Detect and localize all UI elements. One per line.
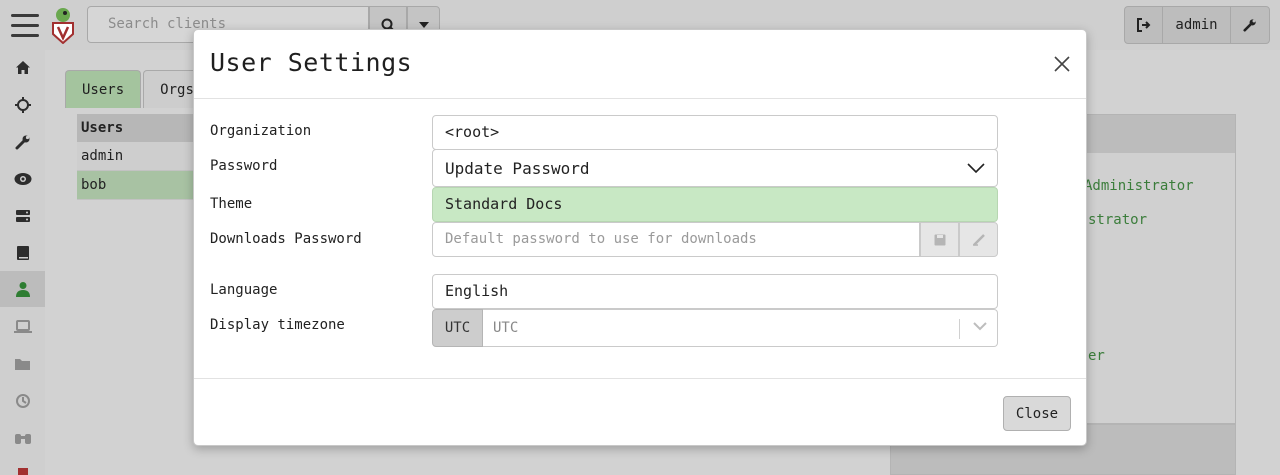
role-text: strator bbox=[1088, 212, 1148, 228]
wrench-icon[interactable] bbox=[0, 124, 45, 160]
clear-password-button[interactable] bbox=[959, 222, 998, 257]
dialog-footer: Close bbox=[194, 378, 1086, 446]
caret-down-icon bbox=[418, 21, 429, 28]
wrench-icon bbox=[1243, 19, 1256, 32]
history-icon[interactable] bbox=[0, 383, 45, 419]
eye-icon[interactable] bbox=[0, 161, 45, 197]
organization-label: Organization bbox=[210, 123, 312, 139]
logout-button[interactable] bbox=[1125, 7, 1163, 43]
eraser-icon bbox=[972, 233, 985, 246]
password-select[interactable]: Update Password bbox=[432, 149, 998, 187]
save-password-button[interactable] bbox=[920, 222, 959, 257]
folder-icon[interactable] bbox=[0, 346, 45, 382]
table-row[interactable]: admin bbox=[77, 142, 197, 171]
theme-label: Theme bbox=[210, 196, 253, 212]
book-icon[interactable] bbox=[0, 235, 45, 271]
crosshair-icon[interactable] bbox=[0, 87, 45, 123]
hamburger-menu-icon[interactable] bbox=[11, 14, 39, 38]
timezone-select-value: UTC bbox=[493, 320, 519, 336]
table-header: Users bbox=[77, 114, 197, 142]
chevron-down-icon bbox=[973, 322, 987, 331]
username-button[interactable]: admin bbox=[1163, 7, 1231, 43]
dialog-title: User Settings bbox=[210, 48, 413, 77]
organization-field[interactable]: <root> bbox=[432, 115, 998, 150]
theme-option[interactable]: Standard Docs bbox=[432, 187, 998, 222]
home-icon[interactable] bbox=[0, 50, 45, 86]
user-icon[interactable] bbox=[0, 271, 45, 307]
user-toolbar: admin bbox=[1124, 6, 1270, 44]
logo-icon bbox=[0, 457, 45, 475]
close-button[interactable]: Close bbox=[1003, 396, 1071, 431]
sign-out-icon bbox=[1136, 18, 1150, 32]
language-label: Language bbox=[210, 282, 278, 298]
timezone-control: UTC UTC bbox=[432, 309, 998, 347]
chevron-down-icon bbox=[967, 163, 985, 173]
binoculars-icon[interactable] bbox=[0, 420, 45, 456]
timezone-label: Display timezone bbox=[210, 317, 345, 333]
server-icon[interactable] bbox=[0, 198, 45, 234]
tab-users[interactable]: Users bbox=[65, 70, 142, 108]
table-row[interactable]: bob bbox=[77, 171, 197, 200]
sidebar bbox=[0, 0, 45, 475]
laptop-icon[interactable] bbox=[0, 309, 45, 345]
dialog-header: User Settings bbox=[194, 30, 1086, 99]
users-table: Users admin bob bbox=[77, 114, 197, 200]
timezone-select[interactable]: UTC bbox=[483, 309, 998, 347]
downloads-password-label: Downloads Password bbox=[210, 231, 362, 247]
role-text: Administrator bbox=[1084, 178, 1194, 194]
save-icon bbox=[934, 234, 945, 245]
role-text: er bbox=[1088, 348, 1105, 364]
select-separator bbox=[959, 319, 960, 339]
velociraptor-logo-icon bbox=[50, 6, 76, 45]
user-settings-button[interactable] bbox=[1231, 7, 1269, 43]
password-label: Password bbox=[210, 158, 278, 174]
user-settings-dialog: User Settings Organization <root> Passwo… bbox=[193, 29, 1087, 446]
users-tabs: Users Orgs bbox=[65, 70, 213, 108]
close-icon[interactable] bbox=[1050, 52, 1074, 76]
password-select-value: Update Password bbox=[445, 158, 590, 178]
language-field[interactable]: English bbox=[432, 274, 998, 309]
timezone-addon: UTC bbox=[432, 309, 483, 347]
downloads-password-input[interactable]: Default password to use for downloads bbox=[432, 222, 920, 257]
